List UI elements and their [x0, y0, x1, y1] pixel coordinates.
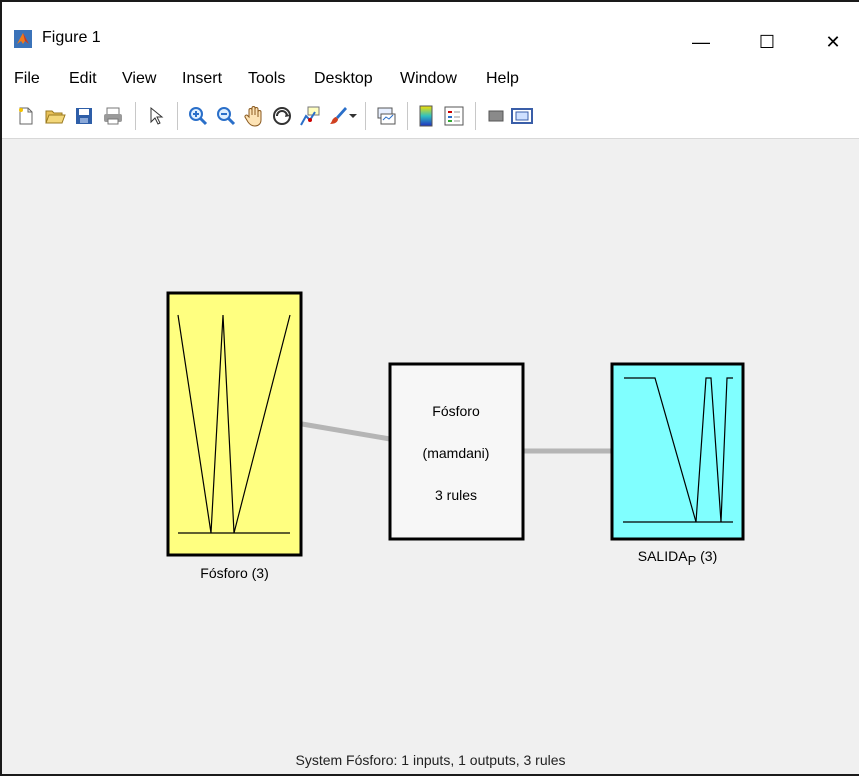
- input-mf-box[interactable]: [166, 291, 303, 557]
- system-name: Fósforo: [432, 403, 480, 419]
- system-rules: 3 rules: [434, 487, 478, 503]
- output-name: SALIDA: [637, 548, 688, 564]
- output-label: SALIDAP (3): [612, 548, 743, 568]
- input-connector-line: [301, 421, 391, 442]
- status-text: System Fósforo: 1 inputs, 1 outputs, 3 r…: [295, 752, 566, 768]
- output-block[interactable]: [610, 362, 745, 541]
- output-mf-count: (3): [700, 548, 718, 564]
- fis-diagram: [166, 291, 745, 557]
- input-label: Fósforo (3): [200, 565, 269, 581]
- system-type: (mamdani): [422, 445, 490, 461]
- figure-window: Figure 1 — ☐ ✕ File Edit View Insert Too…: [0, 0, 859, 776]
- input-block[interactable]: [166, 291, 303, 557]
- output-subscript: P: [687, 552, 697, 568]
